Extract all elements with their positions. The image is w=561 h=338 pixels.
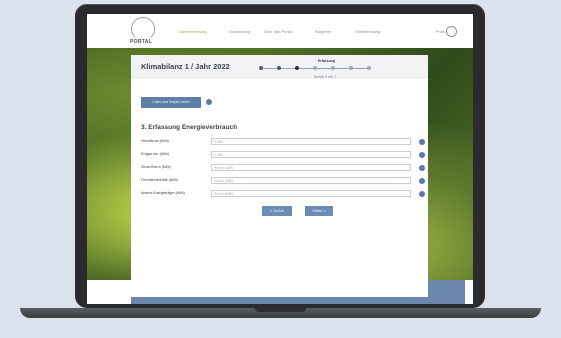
stepper-count: Schritt 3 von 7 [314,75,337,79]
logo-arc-icon [131,17,155,41]
energy-input-field[interactable]: Wert in (kWh) [211,177,411,184]
card-title: Klimabilanz 1 / Jahr 2022 [141,62,230,71]
next-button[interactable]: Weiter > [305,206,333,216]
help-icon[interactable] [419,165,425,171]
stepper-step-6 [349,66,353,70]
portal-logo[interactable]: PORTAL [123,17,163,45]
energy-input-field[interactable]: Wert in (kWh) [211,190,411,197]
nav-item-ratgeber[interactable]: Ratgeber [315,29,331,34]
nav-item-auswertung[interactable]: Auswertung [229,29,250,34]
app-screen: PORTAL Datenerhebung Auswertung Über das… [87,14,473,304]
back-button[interactable]: < Zurück [262,206,292,216]
stepper-step-4 [313,66,317,70]
info-icon[interactable] [206,99,212,105]
stepper-label: Erfassung [318,59,336,63]
stepper-step-7 [367,66,371,70]
nav-item-ueber-das-portal[interactable]: Über das Portal [264,29,292,34]
form-card: Klimabilanz 1 / Jahr 2022 Erfassung Schr… [131,55,428,297]
user-avatar-icon[interactable] [446,26,457,37]
top-navigation: PORTAL Datenerhebung Auswertung Über das… [87,14,473,48]
stepper-step-2 [277,66,281,70]
energy-input-field[interactable]: 0 kWh [211,151,411,158]
stepper-step-5 [331,66,335,70]
stepper-step-1 [259,66,263,70]
load-previous-data-button[interactable]: Daten aus Vorjahr laden [141,97,201,108]
row-label: Andere Energieträger (kWh) [141,191,185,195]
row-label: Strom/Storm (kWh) [141,165,171,169]
stepper-step-3 [295,66,299,70]
laptop-notch [255,308,306,312]
logo-text: PORTAL [130,39,152,45]
card-header: Klimabilanz 1 / Jahr 2022 Erfassung Schr… [131,55,428,79]
energy-input-field[interactable]: Wert in (kWh) [211,164,411,171]
help-icon[interactable] [419,178,425,184]
nav-item-hilfe-beratung[interactable]: Hilfe/Beratung [355,29,380,34]
nav-item-datenerhebung[interactable]: Datenerhebung [179,29,207,34]
user-name[interactable]: Profil [436,29,445,34]
section-title: 3. Erfassung Energieverbrauch [141,124,238,131]
row-label: Heizwärme (kWh) [141,139,169,143]
help-icon[interactable] [419,152,425,158]
row-label: Fernwärme/Kälte (kWh) [141,178,178,182]
energy-input-field[interactable]: 0 kWh [211,138,411,145]
help-icon[interactable] [419,191,425,197]
help-icon[interactable] [419,139,425,145]
row-label: Erdgas etc. (kWh) [141,152,170,156]
